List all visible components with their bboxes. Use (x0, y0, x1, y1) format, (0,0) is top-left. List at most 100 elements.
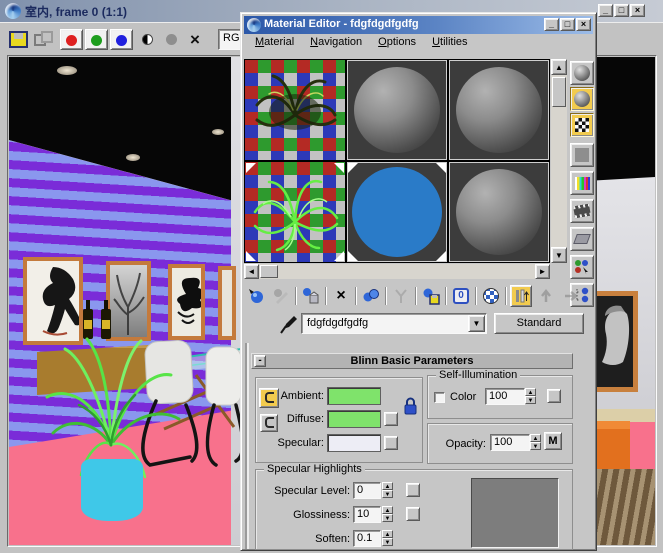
glossiness-label: Glossiness: (258, 509, 350, 521)
diffuse-color-swatch[interactable] (327, 410, 381, 428)
specular-map-button[interactable] (384, 436, 398, 450)
blue-channel-button[interactable] (110, 29, 133, 50)
self-illumination-map-button[interactable] (547, 389, 561, 403)
specular-color-swatch[interactable] (327, 434, 381, 452)
spin-up-icon[interactable]: ▲ (530, 434, 541, 442)
make-unique-button[interactable] (390, 285, 412, 307)
minimize-button[interactable]: _ (544, 18, 559, 31)
soften-value[interactable]: 0.1 (353, 530, 381, 547)
make-preview-button[interactable] (570, 199, 594, 223)
sample-uv-tiling-button[interactable] (570, 143, 594, 167)
ambient-color-swatch[interactable] (327, 387, 381, 405)
lock-maps-padlock-icon[interactable] (403, 396, 418, 416)
assign-material-to-selection-button[interactable] (300, 285, 322, 307)
material-id-channel-button[interactable]: 0 (450, 285, 472, 307)
material-type-button[interactable]: Standard (494, 313, 584, 334)
material-name-dropdown-button[interactable]: ▼ (468, 315, 485, 332)
get-material-button[interactable] (245, 285, 267, 307)
material-editor-menubar: Material Navigation Options Utilities (244, 35, 593, 51)
spin-down-icon[interactable]: ▼ (382, 490, 393, 498)
go-forward-to-sibling-button[interactable] (560, 285, 582, 307)
make-material-copy-button[interactable] (360, 285, 382, 307)
soften-spinner[interactable]: ▲▼ (382, 530, 393, 546)
specular-level-value[interactable]: 0 (353, 482, 381, 499)
spin-down-icon[interactable]: ▼ (382, 514, 393, 522)
spin-up-icon[interactable]: ▲ (382, 530, 393, 538)
menu-utilities[interactable]: Utilities (426, 35, 473, 51)
red-channel-button[interactable] (60, 29, 83, 50)
specular-level-map-button[interactable] (406, 483, 420, 497)
specular-level-spinner[interactable]: ▲▼ (382, 482, 393, 498)
monochrome-button[interactable] (136, 29, 159, 50)
close-button[interactable]: × (576, 18, 591, 31)
spin-down-icon[interactable]: ▼ (525, 396, 536, 404)
clear-button[interactable]: × (190, 30, 200, 50)
monochrome-icon (142, 34, 153, 45)
scroll-right-button[interactable]: ► (535, 264, 550, 279)
close-button[interactable]: × (630, 4, 645, 17)
material-slot-6[interactable] (448, 161, 550, 263)
put-to-library-button[interactable] (420, 285, 442, 307)
scroll-down-button[interactable]: ▼ (551, 247, 567, 263)
diffuse-map-button[interactable] (384, 412, 398, 426)
sample-sphere (456, 67, 542, 153)
scroll-up-button[interactable]: ▲ (551, 59, 567, 75)
spin-up-icon[interactable]: ▲ (382, 482, 393, 490)
menu-navigation[interactable]: Navigation (304, 35, 368, 51)
slots-horizontal-scrollbar[interactable]: ◄ ► (244, 264, 550, 279)
slots-vertical-scrollbar[interactable]: ▲ ▼ (551, 59, 567, 263)
self-illumination-color-checkbox[interactable] (434, 392, 445, 403)
opacity-spinner[interactable]: ▲▼ (530, 434, 541, 450)
maximize-button[interactable]: □ (614, 4, 629, 17)
go-to-parent-button[interactable] (535, 285, 557, 307)
opacity-value[interactable]: 100 (490, 434, 530, 451)
material-slot-4-active[interactable] (244, 161, 346, 263)
checker-map-preview (245, 162, 345, 262)
scroll-left-button[interactable]: ◄ (244, 264, 259, 279)
menu-material[interactable]: Material (249, 35, 300, 51)
glossiness-spinner[interactable]: ▲▼ (382, 506, 393, 522)
glossiness-value[interactable]: 10 (353, 506, 381, 523)
material-slot-5-blue[interactable] (346, 161, 448, 263)
specular-highlights-group: Specular Highlights Specular Level: 0 ▲▼… (255, 469, 573, 550)
show-end-result-button[interactable] (510, 285, 532, 307)
spin-up-icon[interactable]: ▲ (382, 506, 393, 514)
reset-map-mtl-button[interactable]: × (330, 285, 352, 307)
sample-slot-grid (244, 59, 550, 263)
maximize-button[interactable]: □ (560, 18, 575, 31)
select-by-material-button[interactable] (570, 255, 594, 279)
collapse-icon[interactable]: - (254, 355, 266, 367)
scrollbar-thumb[interactable] (552, 77, 566, 107)
toolbar-separator (445, 287, 447, 305)
pick-material-from-object-button[interactable] (279, 314, 297, 334)
minimize-button[interactable]: _ (598, 4, 613, 17)
save-bitmap-icon[interactable] (9, 31, 28, 48)
material-slot-2[interactable] (346, 59, 448, 161)
menu-options[interactable]: Options (372, 35, 422, 51)
scrollbar-thumb[interactable] (260, 265, 278, 278)
background-button[interactable] (570, 113, 594, 137)
video-color-check-button[interactable] (570, 171, 594, 195)
material-slot-1[interactable] (244, 59, 346, 161)
material-editor-titlebar[interactable]: Material Editor - fdgfdgdfgdfg _ □ × (244, 16, 593, 34)
rollout-blinn-basic-parameters[interactable]: - Blinn Basic Parameters (251, 353, 573, 369)
alpha-channel-button[interactable] (160, 29, 183, 50)
spin-down-icon[interactable]: ▼ (382, 538, 393, 546)
clone-rendered-frame-icon[interactable] (34, 31, 54, 48)
options-button[interactable] (570, 227, 594, 251)
show-map-in-viewport-button[interactable] (480, 285, 502, 307)
material-slot-3[interactable] (448, 59, 550, 161)
material-name-field[interactable]: fdgfdgdfgdfg ▼ (301, 313, 487, 334)
spin-down-icon[interactable]: ▼ (530, 442, 541, 450)
self-illumination-spinner[interactable]: ▲▼ (525, 388, 536, 404)
backlight-button[interactable] (570, 87, 594, 111)
put-material-to-scene-button[interactable] (270, 285, 292, 307)
sample-type-button[interactable] (570, 61, 594, 85)
glossiness-map-button[interactable] (406, 507, 420, 521)
self-illumination-value[interactable]: 100 (485, 388, 525, 405)
3dsmax-logo-icon (5, 3, 21, 19)
green-channel-button[interactable] (85, 29, 108, 50)
put-material-to-scene-icon (272, 287, 290, 305)
opacity-map-button[interactable]: M (544, 432, 562, 450)
spin-up-icon[interactable]: ▲ (525, 388, 536, 396)
